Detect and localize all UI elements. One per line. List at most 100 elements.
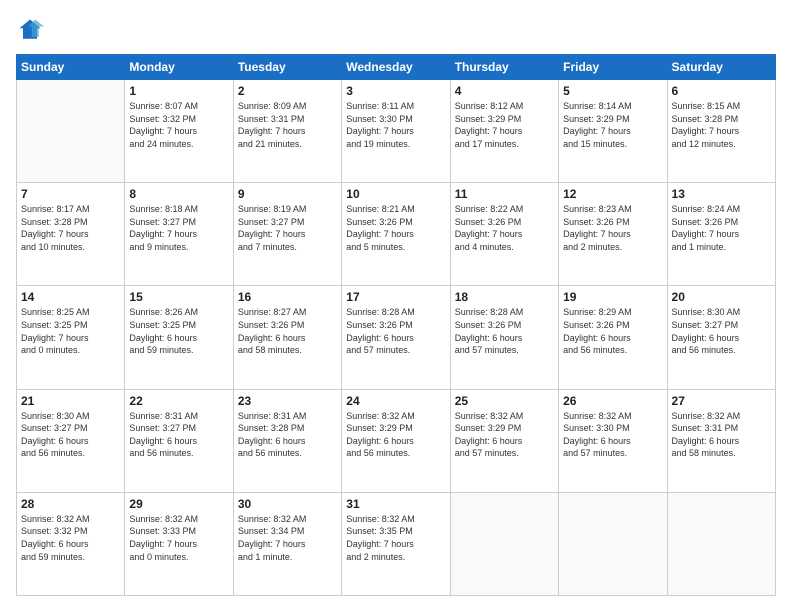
calendar-cell: 29 Sunrise: 8:32 AM Sunset: 3:33 PM Dayli… xyxy=(125,492,233,595)
calendar-cell: 20Sunrise: 8:30 AM Sunset: 3:27 PM Dayli… xyxy=(667,286,775,389)
calendar-cell: 7 Sunrise: 8:17 AM Sunset: 3:28 PM Daylig… xyxy=(17,183,125,286)
calendar-cell: 23 Sunrise: 8:31 AM Sunset: 3:28 PM Dayli… xyxy=(233,389,341,492)
day-number: 22 xyxy=(129,394,228,408)
day-header-sunday: Sunday xyxy=(17,55,125,80)
day-info: Sunrise: 8:23 AM Sunset: 3:26 PM Dayligh… xyxy=(563,203,662,253)
calendar-cell: 13 Sunrise: 8:24 AM Sunset: 3:26 PM Dayli… xyxy=(667,183,775,286)
day-number: 5 xyxy=(563,84,662,98)
calendar-cell xyxy=(17,80,125,183)
day-info: Sunrise: 8:12 AM Sunset: 3:29 PM Dayligh… xyxy=(455,100,554,150)
day-info: Sunrise: 8:32 AM Sunset: 3:34 PM Dayligh… xyxy=(238,513,337,563)
day-info: Sunrise: 8:17 AM Sunset: 3:28 PM Dayligh… xyxy=(21,203,120,253)
calendar-cell xyxy=(450,492,558,595)
calendar-cell: 11 Sunrise: 8:22 AM Sunset: 3:26 PM Dayli… xyxy=(450,183,558,286)
day-info: Sunrise: 8:27 AM Sunset: 3:26 PM Dayligh… xyxy=(238,306,337,356)
day-info: Sunrise: 8:15 AM Sunset: 3:28 PM Dayligh… xyxy=(672,100,771,150)
day-number: 3 xyxy=(346,84,445,98)
calendar-cell: 4 Sunrise: 8:12 AM Sunset: 3:29 PM Daylig… xyxy=(450,80,558,183)
calendar-cell: 24 Sunrise: 8:32 AM Sunset: 3:29 PM Dayli… xyxy=(342,389,450,492)
day-info: Sunrise: 8:19 AM Sunset: 3:27 PM Dayligh… xyxy=(238,203,337,253)
day-header-wednesday: Wednesday xyxy=(342,55,450,80)
day-number: 8 xyxy=(129,187,228,201)
calendar-week-1: 7 Sunrise: 8:17 AM Sunset: 3:28 PM Daylig… xyxy=(17,183,776,286)
day-number: 14 xyxy=(21,290,120,304)
day-number: 29 xyxy=(129,497,228,511)
day-number: 26 xyxy=(563,394,662,408)
day-number: 13 xyxy=(672,187,771,201)
day-info: Sunrise: 8:09 AM Sunset: 3:31 PM Dayligh… xyxy=(238,100,337,150)
header xyxy=(16,16,776,44)
day-number: 12 xyxy=(563,187,662,201)
day-info: Sunrise: 8:32 AM Sunset: 3:32 PM Dayligh… xyxy=(21,513,120,563)
logo xyxy=(16,16,48,44)
day-number: 9 xyxy=(238,187,337,201)
day-info: Sunrise: 8:30 AM Sunset: 3:27 PM Dayligh… xyxy=(21,410,120,460)
calendar-cell: 15 Sunrise: 8:26 AM Sunset: 3:25 PM Dayli… xyxy=(125,286,233,389)
calendar-cell: 17Sunrise: 8:28 AM Sunset: 3:26 PM Dayli… xyxy=(342,286,450,389)
day-info: Sunrise: 8:31 AM Sunset: 3:27 PM Dayligh… xyxy=(129,410,228,460)
calendar-cell: 8 Sunrise: 8:18 AM Sunset: 3:27 PM Daylig… xyxy=(125,183,233,286)
day-number: 31 xyxy=(346,497,445,511)
day-info: Sunrise: 8:21 AM Sunset: 3:26 PM Dayligh… xyxy=(346,203,445,253)
calendar-cell xyxy=(667,492,775,595)
day-info: Sunrise: 8:32 AM Sunset: 3:31 PM Dayligh… xyxy=(672,410,771,460)
day-number: 15 xyxy=(129,290,228,304)
day-info: Sunrise: 8:26 AM Sunset: 3:25 PM Dayligh… xyxy=(129,306,228,356)
day-number: 1 xyxy=(129,84,228,98)
calendar-cell: 28 Sunrise: 8:32 AM Sunset: 3:32 PM Dayli… xyxy=(17,492,125,595)
day-number: 19 xyxy=(563,290,662,304)
calendar-header-row: SundayMondayTuesdayWednesdayThursdayFrid… xyxy=(17,55,776,80)
calendar-cell: 30 Sunrise: 8:32 AM Sunset: 3:34 PM Dayli… xyxy=(233,492,341,595)
day-number: 2 xyxy=(238,84,337,98)
day-number: 21 xyxy=(21,394,120,408)
day-header-monday: Monday xyxy=(125,55,233,80)
day-info: Sunrise: 8:07 AM Sunset: 3:32 PM Dayligh… xyxy=(129,100,228,150)
day-header-saturday: Saturday xyxy=(667,55,775,80)
day-number: 7 xyxy=(21,187,120,201)
page: SundayMondayTuesdayWednesdayThursdayFrid… xyxy=(0,0,792,612)
day-number: 25 xyxy=(455,394,554,408)
day-info: Sunrise: 8:28 AM Sunset: 3:26 PM Dayligh… xyxy=(346,306,445,356)
day-info: Sunrise: 8:18 AM Sunset: 3:27 PM Dayligh… xyxy=(129,203,228,253)
day-header-thursday: Thursday xyxy=(450,55,558,80)
day-info: Sunrise: 8:31 AM Sunset: 3:28 PM Dayligh… xyxy=(238,410,337,460)
day-number: 20 xyxy=(672,290,771,304)
calendar-cell: 31 Sunrise: 8:32 AM Sunset: 3:35 PM Dayli… xyxy=(342,492,450,595)
day-info: Sunrise: 8:32 AM Sunset: 3:35 PM Dayligh… xyxy=(346,513,445,563)
calendar-cell: 9 Sunrise: 8:19 AM Sunset: 3:27 PM Daylig… xyxy=(233,183,341,286)
calendar-cell: 6Sunrise: 8:15 AM Sunset: 3:28 PM Daylig… xyxy=(667,80,775,183)
calendar-week-0: 1 Sunrise: 8:07 AM Sunset: 3:32 PM Daylig… xyxy=(17,80,776,183)
calendar-cell: 5 Sunrise: 8:14 AM Sunset: 3:29 PM Daylig… xyxy=(559,80,667,183)
calendar-cell: 2 Sunrise: 8:09 AM Sunset: 3:31 PM Daylig… xyxy=(233,80,341,183)
calendar-cell: 12 Sunrise: 8:23 AM Sunset: 3:26 PM Dayli… xyxy=(559,183,667,286)
day-header-friday: Friday xyxy=(559,55,667,80)
day-info: Sunrise: 8:14 AM Sunset: 3:29 PM Dayligh… xyxy=(563,100,662,150)
day-info: Sunrise: 8:22 AM Sunset: 3:26 PM Dayligh… xyxy=(455,203,554,253)
day-info: Sunrise: 8:32 AM Sunset: 3:33 PM Dayligh… xyxy=(129,513,228,563)
calendar-week-3: 21 Sunrise: 8:30 AM Sunset: 3:27 PM Dayli… xyxy=(17,389,776,492)
calendar-week-2: 14 Sunrise: 8:25 AM Sunset: 3:25 PM Dayli… xyxy=(17,286,776,389)
day-number: 27 xyxy=(672,394,771,408)
day-info: Sunrise: 8:24 AM Sunset: 3:26 PM Dayligh… xyxy=(672,203,771,253)
day-number: 4 xyxy=(455,84,554,98)
day-number: 23 xyxy=(238,394,337,408)
day-number: 30 xyxy=(238,497,337,511)
day-number: 28 xyxy=(21,497,120,511)
calendar-cell: 21 Sunrise: 8:30 AM Sunset: 3:27 PM Dayli… xyxy=(17,389,125,492)
day-number: 24 xyxy=(346,394,445,408)
day-info: Sunrise: 8:29 AM Sunset: 3:26 PM Dayligh… xyxy=(563,306,662,356)
calendar-cell: 25Sunrise: 8:32 AM Sunset: 3:29 PM Dayli… xyxy=(450,389,558,492)
calendar-cell: 1 Sunrise: 8:07 AM Sunset: 3:32 PM Daylig… xyxy=(125,80,233,183)
day-header-tuesday: Tuesday xyxy=(233,55,341,80)
day-number: 18 xyxy=(455,290,554,304)
day-number: 11 xyxy=(455,187,554,201)
calendar-cell: 22 Sunrise: 8:31 AM Sunset: 3:27 PM Dayli… xyxy=(125,389,233,492)
calendar-table: SundayMondayTuesdayWednesdayThursdayFrid… xyxy=(16,54,776,596)
calendar-cell: 26 Sunrise: 8:32 AM Sunset: 3:30 PM Dayli… xyxy=(559,389,667,492)
day-info: Sunrise: 8:32 AM Sunset: 3:30 PM Dayligh… xyxy=(563,410,662,460)
calendar-week-4: 28 Sunrise: 8:32 AM Sunset: 3:32 PM Dayli… xyxy=(17,492,776,595)
day-info: Sunrise: 8:28 AM Sunset: 3:26 PM Dayligh… xyxy=(455,306,554,356)
calendar-cell: 19 Sunrise: 8:29 AM Sunset: 3:26 PM Dayli… xyxy=(559,286,667,389)
day-info: Sunrise: 8:32 AM Sunset: 3:29 PM Dayligh… xyxy=(346,410,445,460)
day-info: Sunrise: 8:25 AM Sunset: 3:25 PM Dayligh… xyxy=(21,306,120,356)
